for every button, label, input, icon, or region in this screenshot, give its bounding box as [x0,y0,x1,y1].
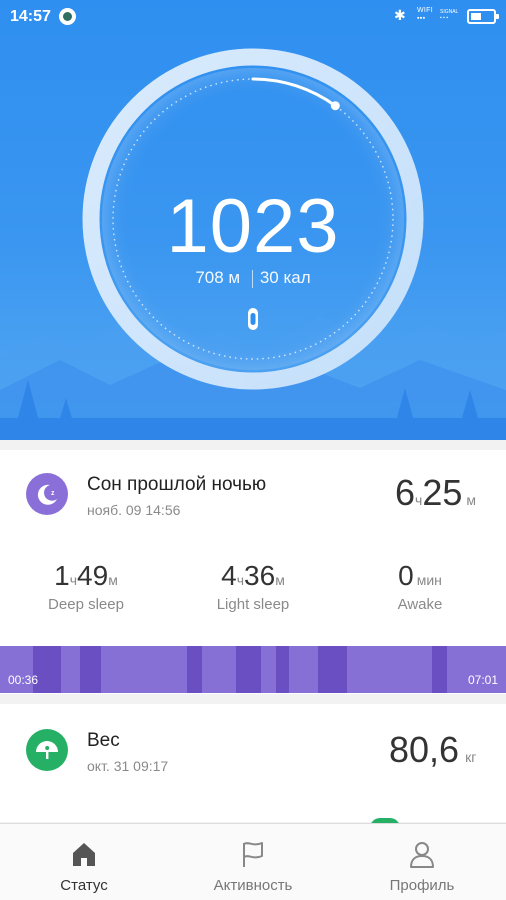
minutes-unit: м [466,492,476,508]
nav-tab-activity[interactable]: Активность [169,824,337,900]
scale-icon [26,729,68,771]
divider [251,269,253,288]
status-bar: 14:57 ✱ WIFI ▪▪▪ SIGNAL ▪ ▪ ▪ [0,0,506,34]
band-icon [248,308,258,330]
activity-hero: 14:57 ✱ WIFI ▪▪▪ SIGNAL ▪ ▪ ▪ 1023 708 м 3… [0,0,506,440]
deep-sleep-segment [236,646,261,693]
deep-sleep-stat: 1ч49м Deep sleep [6,560,166,613]
svg-text:z: z [51,490,55,497]
light-sleep-value: 4ч36м [221,560,285,591]
deep-sleep-segment [187,646,202,693]
user-icon [410,842,434,868]
awake-stat: 0 мин Awake [340,560,500,613]
sleep-total-minutes: 25 [422,472,463,513]
weight-value: 80,6 кг [389,729,477,770]
sleep-total-hours: 6 [395,472,416,513]
battery-icon [467,9,499,24]
sleep-timeline[interactable] [0,646,506,693]
bluetooth-icon: ✱ [394,7,406,23]
calories-unit: кал [283,268,311,287]
flag-icon [243,842,263,867]
light-sleep-label: Light sleep [216,596,290,613]
sleep-date: нояб. 09 14:56 [87,502,181,518]
deep-sleep-segment [318,646,347,693]
deep-sleep-label: Deep sleep [48,596,124,613]
wifi-icon: WIFI ▪▪▪ [417,7,433,22]
weight-date: окт. 31 09:17 [87,758,169,774]
deep-sleep-segment [276,646,289,693]
deep-sleep-segment [432,646,447,693]
sleep-title: Сон прошлой ночью [87,474,267,495]
awake-value: 0 мин [398,560,442,591]
signal-icon: SIGNAL ▪ ▪ ▪ [440,9,459,21]
distance-value: 708 [195,268,224,287]
awake-label: Awake [397,596,443,613]
steps-count[interactable]: 1023 [0,183,506,270]
status-time: 14:57 [10,8,51,25]
nav-label-profile: Профиль [389,877,455,894]
calories-value: 30 [259,268,279,287]
light-sleep-stat: 4ч36м Light sleep [173,560,333,613]
weight-title: Вес [87,730,120,751]
deep-sleep-value: 1ч49м [54,560,118,591]
sleep-start-time: 00:36 [8,673,39,687]
nav-label-status: Статус [60,877,108,894]
notification-app-icon [59,8,76,25]
bottom-navigation: Статус Активность Профиль [0,823,506,900]
distance-calories: 708 м 30 кал [0,268,506,288]
nav-tab-status[interactable]: Статус [0,824,168,900]
sleep-total: 6ч25 м [395,472,476,514]
distance-unit: м [228,268,241,287]
sleep-end-time: 07:01 [468,673,499,687]
nav-label-activity: Активность [213,877,293,894]
deep-sleep-segment [80,646,101,693]
goal-progress-dot [330,101,340,111]
nav-tab-profile[interactable]: Профиль [338,824,506,900]
moon-icon: z [26,473,68,515]
home-icon [73,843,95,866]
